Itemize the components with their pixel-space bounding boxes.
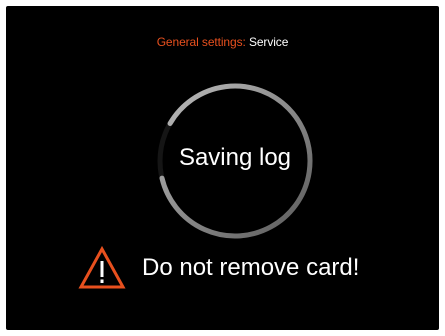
breadcrumb-subcategory: Service — [248, 35, 289, 49]
status-label: Saving log — [178, 144, 292, 171]
warning-text: Do not remove card! — [142, 254, 360, 281]
breadcrumb: General settings: Service — [6, 35, 439, 49]
breadcrumb-category: General settings: — [156, 35, 246, 49]
warning-triangle-icon — [78, 245, 126, 290]
camera-screen: General settings: Service Saving log Do … — [6, 6, 439, 330]
